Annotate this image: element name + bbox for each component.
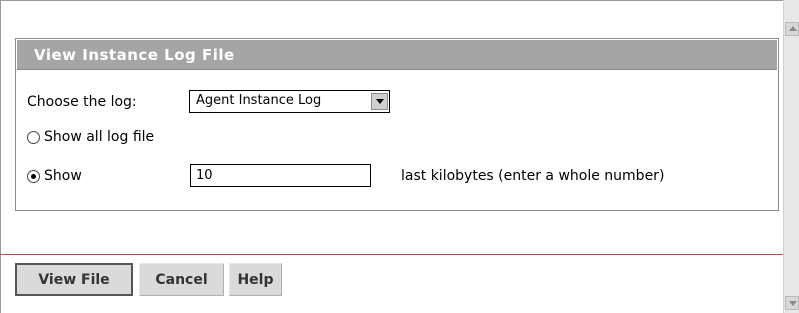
show-last-radio[interactable]: [27, 170, 40, 183]
arrow-down-icon: [789, 301, 797, 306]
show-last-label: Show: [44, 168, 82, 184]
kilobytes-input[interactable]: [190, 164, 371, 187]
divider: [0, 254, 783, 255]
panel-header: View Instance Log File: [17, 40, 777, 70]
help-button[interactable]: Help: [229, 263, 282, 296]
show-all-label: Show all log file: [44, 129, 155, 145]
scroll-down-button[interactable]: [785, 296, 799, 310]
panel-title: View Instance Log File: [34, 46, 235, 64]
dialog-window: View Instance Log File Choose the log: A…: [0, 0, 799, 313]
top-border: [0, 0, 783, 7]
dropdown-button[interactable]: [371, 93, 388, 110]
log-select-value: Agent Instance Log: [196, 93, 322, 108]
choose-log-label: Choose the log:: [27, 94, 137, 110]
view-file-button[interactable]: View File: [15, 263, 133, 296]
log-select[interactable]: Agent Instance Log: [189, 90, 390, 113]
chevron-down-icon: [376, 99, 384, 104]
arrow-up-icon: [789, 26, 797, 31]
show-all-radio[interactable]: [27, 131, 40, 144]
scroll-up-button[interactable]: [785, 22, 799, 36]
radio-selected-dot: [31, 174, 36, 179]
view-log-panel: View Instance Log File: [15, 38, 779, 211]
left-border: [0, 0, 1, 313]
kilobytes-hint: last kilobytes (enter a whole number): [401, 168, 665, 184]
cancel-button[interactable]: Cancel: [139, 263, 224, 296]
vertical-scrollbar[interactable]: [783, 0, 799, 313]
